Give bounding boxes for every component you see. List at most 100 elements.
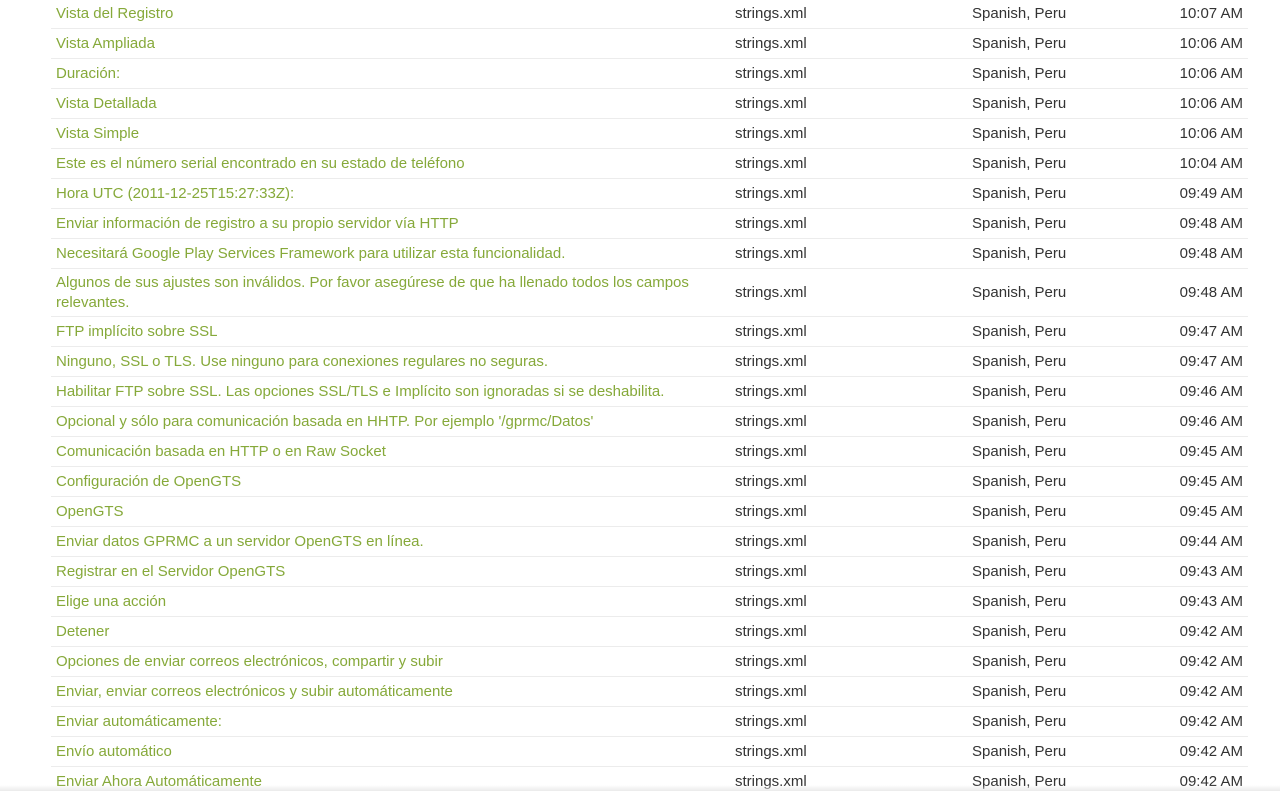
file-name: strings.xml (730, 556, 967, 587)
string-cell: Enviar datos GPRMC a un servidor OpenGTS… (51, 526, 730, 557)
language-name: Spanish, Peru (967, 58, 1144, 89)
language-name: Spanish, Peru (967, 346, 1144, 377)
file-name: strings.xml (730, 706, 967, 737)
string-link[interactable]: Ninguno, SSL o TLS. Use ninguno para con… (56, 353, 548, 370)
string-link[interactable]: FTP implícito sobre SSL (56, 323, 217, 340)
string-cell: Opcional y sólo para comunicación basada… (51, 406, 730, 437)
timestamp: 09:44 AM (1144, 526, 1248, 557)
string-link[interactable]: Enviar, enviar correos electrónicos y su… (56, 683, 453, 700)
table-row: Enviar automáticamente: strings.xml Spanis… (51, 706, 1248, 737)
language-name: Spanish, Peru (967, 646, 1144, 677)
table-row: Opciones de enviar correos electrónicos,… (51, 646, 1248, 677)
file-name: strings.xml (730, 268, 967, 317)
language-name: Spanish, Peru (967, 238, 1144, 269)
timestamp: 09:42 AM (1144, 676, 1248, 707)
string-cell: FTP implícito sobre SSL (51, 316, 730, 347)
string-cell: Envío automático (51, 736, 730, 767)
string-link[interactable]: Vista del Registro (56, 5, 173, 22)
table-row: FTP implícito sobre SSL strings.xml Spanis… (51, 316, 1248, 347)
string-cell: Enviar, enviar correos electrónicos y su… (51, 676, 730, 707)
file-name: strings.xml (730, 148, 967, 179)
file-name: strings.xml (730, 466, 967, 497)
timestamp: 09:42 AM (1144, 646, 1248, 677)
timestamp: 09:42 AM (1144, 736, 1248, 767)
string-link[interactable]: Necesitará Google Play Services Framewor… (56, 245, 565, 262)
timestamp: 10:07 AM (1179, 5, 1243, 23)
timestamp: 09:42 AM (1144, 616, 1248, 647)
string-link[interactable]: Configuración de OpenGTS (56, 473, 241, 490)
string-link[interactable]: Detener (56, 623, 109, 640)
file-name: strings.xml (730, 58, 967, 89)
language-name: Spanish, Peru (967, 706, 1144, 737)
table-row: Este es el número serial encontrado en s… (51, 148, 1248, 179)
table-row: Opcional y sólo para comunicación basada… (51, 406, 1248, 437)
string-link[interactable]: Vista Simple (56, 125, 139, 142)
timestamp: 09:47 AM (1144, 346, 1248, 377)
language-name: Spanish, Peru (967, 496, 1144, 527)
string-link[interactable]: Envío automático (56, 743, 172, 760)
string-cell: Necesitará Google Play Services Framewor… (51, 238, 730, 269)
timestamp: 10:06 AM (1144, 88, 1248, 119)
activity-table-body: Vista del Registro strings.xml Spanish, Pe… (51, 0, 1248, 791)
scroll-shadow (0, 785, 1280, 791)
file-name: strings.xml (730, 736, 967, 767)
table-row: Duración: strings.xml Spanish, Peru 10:06 A… (51, 58, 1248, 89)
string-link[interactable]: Opcional y sólo para comunicación basada… (56, 413, 593, 430)
string-cell: Algunos de sus ajustes son inválidos. Po… (51, 268, 730, 317)
string-link[interactable]: Enviar automáticamente: (56, 713, 222, 730)
string-link[interactable]: OpenGTS (56, 503, 124, 520)
timestamp: 09:46 AM (1144, 406, 1248, 437)
table-row: Registrar en el Servidor OpenGTS strings.… (51, 556, 1248, 587)
string-cell: Enviar automáticamente: (51, 706, 730, 737)
file-name: strings.xml (730, 316, 967, 347)
language-name: Spanish, Peru (967, 616, 1144, 647)
language-name: Spanish, Peru (967, 148, 1144, 179)
string-link[interactable]: Vista Ampliada (56, 35, 155, 52)
language-name: Spanish, Peru (967, 406, 1144, 437)
string-link[interactable]: Habilitar FTP sobre SSL. Las opciones SS… (56, 383, 664, 400)
timestamp: 09:48 AM (1144, 268, 1248, 317)
timestamp: 10:04 AM (1144, 148, 1248, 179)
table-row: Elige una acción strings.xml Spanish, Peru… (51, 586, 1248, 617)
table-row: Vista Simple strings.xml Spanish, Peru 10:0… (51, 118, 1248, 149)
table-row: Hora UTC (2011-12-25T15:27:33Z): strings.… (51, 178, 1248, 209)
string-link[interactable]: Opciones de enviar correos electrónicos,… (56, 653, 443, 670)
file-name: strings.xml (730, 676, 967, 707)
string-link[interactable]: Enviar datos GPRMC a un servidor OpenGTS… (56, 533, 424, 550)
string-link[interactable]: Algunos de sus ajustes son inválidos. Po… (56, 274, 689, 311)
string-link[interactable]: Comunicación basada en HTTP o en Raw Soc… (56, 443, 386, 460)
timestamp: 09:49 AM (1144, 178, 1248, 209)
language-name: Spanish, Peru (967, 28, 1144, 59)
table-row: Comunicación basada en HTTP o en Raw Soc… (51, 436, 1248, 467)
language-name: Spanish, Peru (967, 118, 1144, 149)
table-row: Detener strings.xml Spanish, Peru 09:42 AM (51, 616, 1248, 647)
timestamp: 09:42 AM (1144, 706, 1248, 737)
string-link[interactable]: Elige una acción (56, 593, 166, 610)
string-link[interactable]: Hora UTC (2011-12-25T15:27:33Z): (56, 185, 294, 202)
string-cell: Duración: (51, 58, 730, 89)
table-row: Ninguno, SSL o TLS. Use ninguno para con… (51, 346, 1248, 377)
string-link[interactable]: Registrar en el Servidor OpenGTS (56, 563, 285, 580)
table-row: Algunos de sus ajustes son inválidos. Po… (51, 268, 1248, 317)
string-link[interactable]: Duración: (56, 65, 120, 82)
string-link[interactable]: Este es el número serial encontrado en s… (56, 155, 465, 172)
timestamp: 09:43 AM (1144, 586, 1248, 617)
activity-page: Vista del Registro strings.xml Spanish, Pe… (0, 0, 1280, 791)
table-row: Enviar, enviar correos electrónicos y su… (51, 676, 1248, 707)
string-cell: Vista Simple (51, 118, 730, 149)
language-name: Spanish, Peru (967, 556, 1144, 587)
string-link[interactable]: Vista Detallada (56, 95, 157, 112)
file-name: strings.xml (730, 406, 967, 437)
string-cell: Este es el número serial encontrado en s… (51, 148, 730, 179)
table-row: Enviar información de registro a su prop… (51, 208, 1248, 239)
language-name: Spanish, Peru (967, 268, 1144, 317)
language-name: Spanish, Peru (967, 88, 1144, 119)
string-cell: Vista Detallada (51, 88, 730, 119)
string-link[interactable]: Enviar información de registro a su prop… (56, 215, 459, 232)
file-name: strings.xml (730, 526, 967, 557)
file-name: strings.xml (730, 88, 967, 119)
file-name: strings.xml (730, 436, 967, 467)
timestamp: 09:48 AM (1144, 208, 1248, 239)
table-row: Enviar datos GPRMC a un servidor OpenGTS… (51, 526, 1248, 557)
table-row: OpenGTS strings.xml Spanish, Peru 09:45 AM (51, 496, 1248, 527)
